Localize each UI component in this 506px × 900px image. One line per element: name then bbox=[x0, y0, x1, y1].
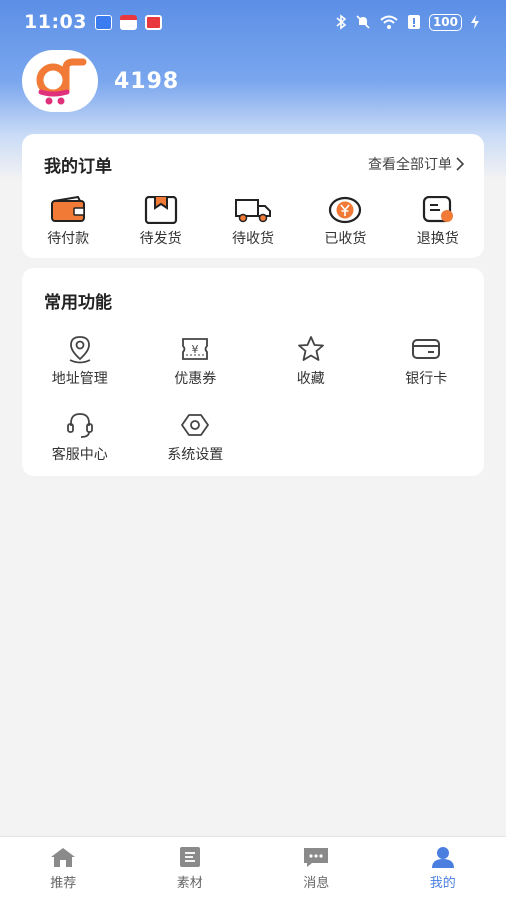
functions-title: 常用功能 bbox=[44, 293, 112, 313]
alert-icon bbox=[407, 15, 420, 29]
order-pending-shipment[interactable]: 待发货 bbox=[114, 196, 206, 248]
address-management[interactable]: 地址管理 bbox=[22, 334, 138, 388]
svg-text:¥: ¥ bbox=[192, 343, 199, 356]
tab-recommend[interactable]: 推荐 bbox=[0, 837, 127, 900]
tab-label: 我的 bbox=[429, 876, 456, 891]
order-item-label: 待发货 bbox=[139, 231, 182, 247]
truck-icon bbox=[234, 199, 271, 223]
view-all-orders-link[interactable]: 查看全部订单 bbox=[368, 154, 464, 174]
yen-coin-icon bbox=[329, 196, 362, 224]
function-label: 客服中心 bbox=[51, 447, 108, 463]
bluetooth-icon bbox=[336, 14, 347, 30]
order-received[interactable]: 已收货 bbox=[299, 196, 391, 248]
settings-icon bbox=[181, 414, 210, 436]
function-label: 系统设置 bbox=[167, 447, 224, 463]
notification-app-icon bbox=[119, 14, 137, 30]
wifi-icon bbox=[380, 15, 398, 29]
profile-icon bbox=[431, 847, 454, 868]
bank-cards[interactable]: 银行卡 bbox=[369, 334, 485, 388]
coupon-icon: ¥ bbox=[182, 338, 209, 360]
tab-mine[interactable]: 我的 bbox=[380, 837, 506, 900]
battery-indicator: 100 bbox=[428, 13, 462, 31]
order-item-label: 已收货 bbox=[324, 231, 367, 247]
avatar[interactable] bbox=[22, 50, 98, 112]
notification-app-icon bbox=[144, 14, 162, 30]
shop-cart-logo-icon bbox=[36, 58, 87, 105]
notification-app-icon bbox=[94, 14, 112, 30]
order-item-label: 退换货 bbox=[416, 231, 459, 247]
wallet-icon bbox=[51, 196, 86, 222]
my-orders-card: 我的订单 查看全部订单 待付款 待发货 待收货 已收货 退换货 bbox=[22, 134, 484, 258]
charging-icon bbox=[471, 15, 479, 29]
coupons[interactable]: ¥ 优惠券 bbox=[138, 334, 254, 388]
order-return-exchange[interactable]: 退换货 bbox=[392, 196, 484, 248]
favorites[interactable]: 收藏 bbox=[253, 334, 369, 388]
function-label: 银行卡 bbox=[405, 371, 448, 387]
username: 4198 bbox=[114, 68, 180, 94]
view-all-orders-label: 查看全部订单 bbox=[368, 157, 452, 173]
tab-material[interactable]: 素材 bbox=[127, 837, 254, 900]
bank-card-icon bbox=[412, 339, 441, 359]
tab-label: 消息 bbox=[303, 876, 330, 891]
system-settings[interactable]: 系统设置 bbox=[138, 410, 254, 464]
order-pending-receipt[interactable]: 待收货 bbox=[207, 196, 299, 248]
order-item-label: 待付款 bbox=[47, 231, 90, 247]
status-bar: 11:03 100 bbox=[0, 0, 506, 44]
order-item-label: 待收货 bbox=[231, 231, 274, 247]
customer-service[interactable]: 客服中心 bbox=[22, 410, 138, 464]
home-icon bbox=[51, 848, 76, 867]
chevron-right-icon bbox=[456, 157, 464, 171]
status-time: 11:03 bbox=[24, 11, 87, 33]
message-icon bbox=[304, 848, 329, 867]
location-icon bbox=[69, 336, 91, 364]
common-functions-card: 常用功能 地址管理 ¥ 优惠券 收藏 银行卡 客服中心 系统设置 bbox=[22, 268, 484, 476]
return-icon bbox=[422, 196, 453, 223]
bottom-tab-bar: 推荐 素材 消息 我的 bbox=[0, 836, 506, 900]
material-icon bbox=[179, 847, 200, 867]
mute-bell-icon bbox=[356, 15, 370, 29]
tab-label: 素材 bbox=[176, 876, 203, 891]
profile-section[interactable]: 4198 bbox=[22, 50, 179, 112]
package-icon bbox=[144, 196, 177, 224]
orders-title: 我的订单 bbox=[44, 157, 112, 177]
function-label: 优惠券 bbox=[174, 371, 217, 387]
function-label: 地址管理 bbox=[51, 371, 108, 387]
star-icon bbox=[297, 336, 324, 361]
headset-icon bbox=[66, 413, 93, 438]
function-label: 收藏 bbox=[296, 371, 325, 387]
tab-label: 推荐 bbox=[50, 876, 77, 891]
order-pending-payment[interactable]: 待付款 bbox=[22, 196, 114, 248]
tab-messages[interactable]: 消息 bbox=[253, 837, 380, 900]
